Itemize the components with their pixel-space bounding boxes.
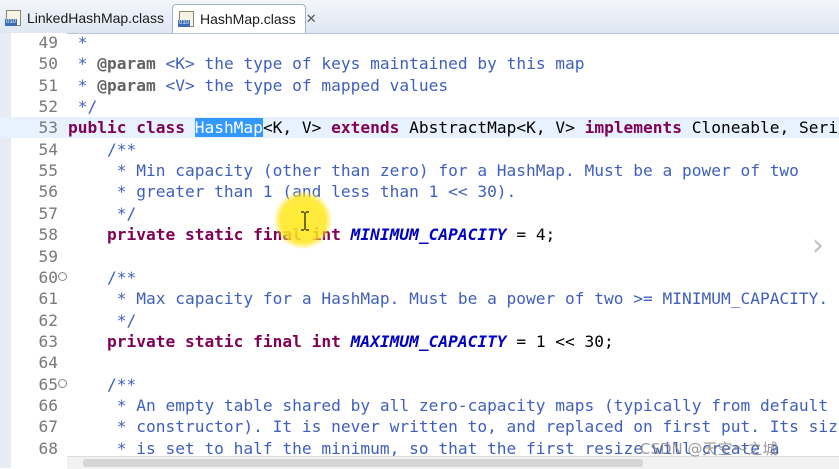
line-number: 65 [38,374,59,394]
code-token: Cloneable, Seria [682,118,839,138]
line-number: 68 [38,438,59,458]
code-text: * @param <K> the type of keys maintained… [68,53,585,74]
code-text: */ [68,96,98,117]
code-token: = 1 << 30; [506,331,614,351]
code-token: AbstractMap<K, V> [399,118,585,138]
code-token: * Min capacity (other than zero) for a H… [68,161,799,181]
code-line[interactable]: 60 /** [0,267,839,288]
code-line[interactable]: 56 * greater than 1 (and less than 1 << … [0,181,839,202]
code-token: <V> the type of mapped values [155,75,449,95]
code-line[interactable]: 59 [0,246,839,267]
code-text: * constructor). It is never written to, … [68,416,839,437]
code-line[interactable]: 63 private static final int MAXIMUM_CAPA… [0,331,839,352]
line-number: 53 [38,118,59,138]
line-number: 52 [38,97,59,117]
code-line[interactable]: 55 * Min capacity (other than zero) for … [0,160,839,181]
code-line[interactable]: 49 * [0,32,839,53]
code-text: /** [68,139,136,160]
selected-text: HashMap [194,118,263,138]
line-number: 67 [38,417,59,437]
code-text: /** [68,374,136,395]
code-token: */ [68,203,137,223]
code-token: /** [68,374,137,394]
line-number: 55 [38,161,59,181]
code-token: MINIMUM_CAPACITY [350,225,507,245]
line-number: 63 [38,331,59,351]
code-text: * An empty table shared by all zero-capa… [68,395,828,416]
code-text: * Max capacity for a HashMap. Must be a … [68,288,828,309]
code-line[interactable]: 65 /** [0,374,839,395]
watermark: CSDN @天空～之城 [640,440,778,458]
code-token: extends [331,118,400,138]
code-line[interactable]: 61 * Max capacity for a HashMap. Must be… [0,288,839,309]
code-line[interactable]: 52 */ [0,96,839,117]
code-token: */ [68,310,137,330]
line-number: 58 [38,225,59,245]
code-token: = 4; [506,225,556,245]
tab-hashmap[interactable]: HashMap.class ✕ [172,4,317,33]
line-number: 50 [38,54,59,74]
code-line[interactable]: 67 * constructor). It is never written t… [0,416,839,437]
tab-linkedhashmap[interactable]: LinkedHashMap.class [0,5,170,31]
code-token: */ [68,97,98,117]
code-token: /** [68,267,137,287]
fold-toggle-icon[interactable] [58,271,67,281]
line-number: 56 [38,182,59,202]
line-number: 59 [38,246,59,266]
code-token: <K> the type of keys maintained by this … [155,54,585,74]
close-icon[interactable]: ✕ [306,11,317,27]
code-token: @param [97,54,156,74]
code-token: * constructor). It is never written to, … [68,417,839,437]
line-number: 57 [38,203,59,223]
code-token: /** [68,139,137,159]
code-token: @param [97,75,156,95]
editor-tab-bar: LinkedHashMap.class HashMap.class ✕ [0,0,839,34]
line-number: 49 [38,33,59,52]
code-text: public class HashMap<K, V> extends Abstr… [68,117,839,138]
line-number: 61 [38,289,59,309]
code-text: * [68,32,88,53]
code-text: * @param <V> the type of mapped values [68,75,448,96]
code-line[interactable]: 50 * @param <K> the type of keys maintai… [0,53,839,74]
code-text: private static final int MAXIMUM_CAPACIT… [68,331,614,352]
code-token: * [68,33,88,52]
code-line[interactable]: 53 public class HashMap<K, V> extends Abs… [0,117,839,139]
code-token: * Max capacity for a HashMap. Must be a … [68,289,829,309]
fold-toggle-icon[interactable] [58,378,67,388]
code-token: * An empty table shared by all zero-capa… [68,395,829,415]
code-text: */ [68,203,137,224]
code-text: /** [68,267,136,288]
text-cursor-icon [301,211,309,231]
scrollbar-thumb[interactable] [83,459,643,467]
code-token: public class [68,118,195,138]
code-line[interactable]: 62 */ [0,310,839,331]
code-line[interactable]: 57 */ [0,203,839,224]
line-number: 64 [38,353,59,373]
line-number: 60 [38,267,59,287]
line-number: 66 [38,395,59,415]
code-line[interactable]: 51 * @param <V> the type of mapped value… [0,75,839,96]
code-token: <K, V> [262,118,332,138]
tab-label: HashMap.class [200,11,296,27]
line-number: 51 [38,75,59,95]
code-line[interactable]: 64 [0,352,839,373]
chevron-right-icon[interactable]: › [812,228,839,263]
code-line[interactable]: 54 /** [0,139,839,160]
line-number: 54 [38,139,59,159]
code-line[interactable]: 58 private static final int MINIMUM_CAPA… [0,224,839,245]
code-token: private static final int [68,331,351,351]
code-line[interactable]: 66 * An empty table shared by all zero-c… [0,395,839,416]
tab-label: LinkedHashMap.class [27,10,164,26]
class-file-icon [5,10,21,26]
code-text: * Min capacity (other than zero) for a H… [68,160,799,181]
code-token: implements [584,118,683,138]
code-text: */ [68,310,137,331]
line-number: 62 [38,310,59,330]
code-token: * [68,54,98,74]
code-token: MAXIMUM_CAPACITY [350,331,507,351]
code-token: * [68,75,98,95]
class-file-icon [178,11,194,27]
